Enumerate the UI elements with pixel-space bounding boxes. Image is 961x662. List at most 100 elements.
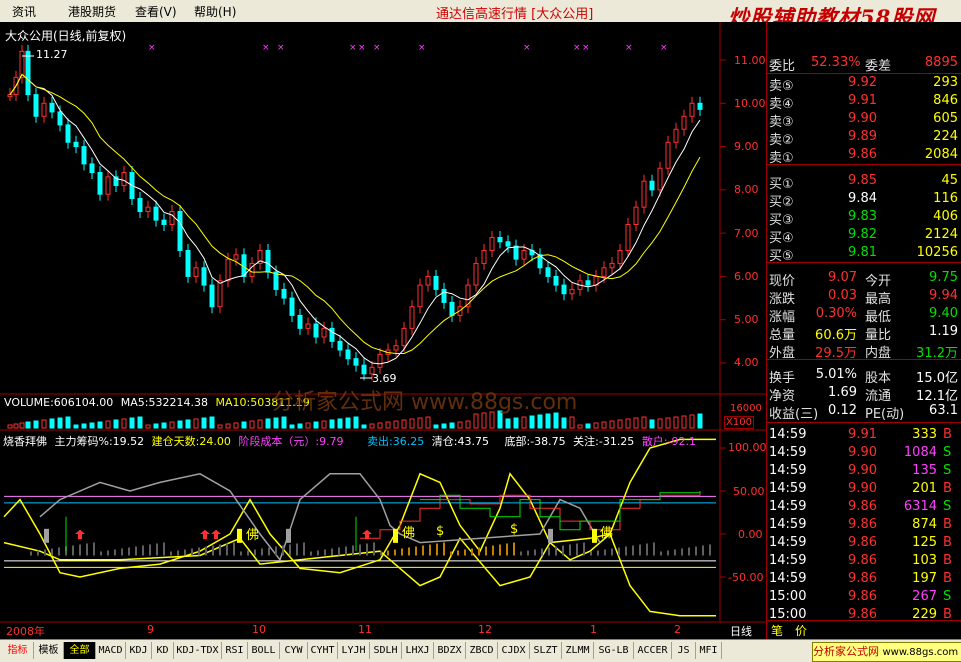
ind-bar xyxy=(247,550,249,556)
tab-kdj-tdx[interactable]: KDJ-TDX xyxy=(174,642,222,659)
menu-item-news[interactable]: 资讯 xyxy=(12,3,36,20)
signal-marker: × xyxy=(523,43,531,53)
tab-全部[interactable]: 全部 xyxy=(64,642,96,659)
buy-row-1[interactable]: 买① 9.85 45 xyxy=(767,172,961,192)
sell-row-5[interactable]: 卖⑤ 9.92 293 xyxy=(767,74,961,94)
candle-body xyxy=(321,327,327,338)
wei-bi-row: 委比 52.33% 委差 8895 xyxy=(769,55,958,74)
volume-unit-button[interactable]: X100 xyxy=(724,416,754,429)
sell-row-1[interactable]: 卖① 9.86 2084 xyxy=(767,146,961,166)
volume-bar xyxy=(665,417,671,429)
menu-item-futures[interactable]: 港股期货 xyxy=(68,3,116,20)
ind-bar xyxy=(72,545,74,556)
tab-zlmm[interactable]: ZLMM xyxy=(562,642,594,659)
stat2-row: 换手 5.01% 股本 15.0亿 xyxy=(769,367,958,386)
tab-mfi[interactable]: MFI xyxy=(696,642,722,659)
volume-bar xyxy=(137,416,143,429)
candle-body xyxy=(625,223,631,251)
ind-bar xyxy=(562,545,564,556)
menu-item-view[interactable]: 查看(V) xyxy=(135,3,177,20)
sell-row-2[interactable]: 卖② 9.89 224 xyxy=(767,128,961,148)
ind-bar xyxy=(163,542,165,556)
kline-chart[interactable]: × × × × × × × × × × × × xyxy=(0,22,766,640)
stat-row: 外盘 29.5万 内盘 31.2万 xyxy=(767,341,961,361)
candle-body xyxy=(57,111,63,126)
ind-bar xyxy=(604,549,606,556)
buy-row-2[interactable]: 买② 9.84 116 xyxy=(767,190,961,210)
stat-value: 1.19 xyxy=(929,324,958,339)
candle-body xyxy=(105,176,111,195)
stat-value: 9.07 xyxy=(828,270,857,285)
tab-zbcd[interactable]: ZBCD xyxy=(466,642,498,659)
tab-kdj[interactable]: KDJ xyxy=(126,642,152,659)
volume-bar xyxy=(97,421,103,429)
buy-price: 9.85 xyxy=(848,173,877,188)
tab-cyht[interactable]: CYHT xyxy=(308,642,338,659)
candle-body xyxy=(137,198,143,212)
menu-item-help[interactable]: 帮助(H) xyxy=(194,3,236,20)
tick-row: 14:59 9.86 103 B xyxy=(767,552,961,570)
stat-row: 现价 9.07 今开 9.75 xyxy=(769,270,958,289)
tab-js[interactable]: JS xyxy=(672,642,696,659)
y-tick: 5.00 xyxy=(734,313,759,326)
tab-ticks[interactable]: 笔 xyxy=(771,622,783,639)
sell-volume: 605 xyxy=(933,111,958,126)
tab-指标[interactable]: 指标 xyxy=(2,642,34,659)
tab-accer[interactable]: ACCER xyxy=(634,642,672,659)
candle-body xyxy=(649,180,655,191)
tick-price: 9.86 xyxy=(848,553,877,568)
ind-bar xyxy=(338,547,340,556)
tab-boll[interactable]: BOLL xyxy=(248,642,280,659)
period-label[interactable]: 日线 xyxy=(730,623,752,639)
volume-bar xyxy=(337,418,343,429)
volume-bar xyxy=(153,423,159,429)
volume-bar xyxy=(473,413,479,429)
tick-row: 14:59 9.90 201 B xyxy=(767,480,961,498)
y-tick: 4.00 xyxy=(734,356,759,369)
tab-模板[interactable]: 模板 xyxy=(34,642,64,659)
signal-marker: × xyxy=(373,43,381,53)
volume-bar xyxy=(225,423,231,429)
tab-lyjh[interactable]: LYJH xyxy=(338,642,370,659)
ind-bar xyxy=(44,549,46,556)
volume-bar xyxy=(601,421,607,429)
volume-bar xyxy=(545,413,551,429)
volume-bar xyxy=(369,423,375,429)
buy-arrow-icon xyxy=(200,529,210,540)
ind-bar xyxy=(310,551,312,556)
tab-macd[interactable]: MACD xyxy=(96,642,126,659)
tab-sg-lb[interactable]: SG-LB xyxy=(594,642,634,659)
tab-sdlh[interactable]: SDLH xyxy=(370,642,402,659)
ind-bar xyxy=(226,543,228,556)
volume-bar xyxy=(593,422,599,429)
ind-bar xyxy=(233,542,235,556)
buy-row-3[interactable]: 买③ 9.83 406 xyxy=(767,208,961,228)
tab-lhxj[interactable]: LHXJ xyxy=(402,642,434,659)
sell-row-4[interactable]: 卖④ 9.91 846 xyxy=(767,92,961,112)
ind-bar xyxy=(408,547,410,556)
tab-price[interactable]: 价 xyxy=(795,622,807,639)
volume-bar xyxy=(185,419,191,429)
ind-bar xyxy=(100,551,102,556)
candle-body xyxy=(617,249,623,264)
tab-cyw[interactable]: CYW xyxy=(280,642,308,659)
buy-row-5[interactable]: 买⑤ 9.81 10256 xyxy=(767,244,961,264)
tab-cjdx[interactable]: CJDX xyxy=(498,642,530,659)
candle-body xyxy=(569,288,575,295)
buy-row-4[interactable]: 买④ 9.82 2124 xyxy=(767,226,961,246)
tick-price: 9.86 xyxy=(848,499,877,514)
volume-bar xyxy=(521,416,527,429)
tab-slzt[interactable]: SLZT xyxy=(530,642,562,659)
candle-body xyxy=(177,211,183,251)
tab-rsi[interactable]: RSI xyxy=(222,642,248,659)
sell-row-3[interactable]: 卖③ 9.90 605 xyxy=(767,110,961,130)
volume-bar xyxy=(257,419,263,429)
high-price-label: 11.27 xyxy=(36,48,68,61)
tab-bdzx[interactable]: BDZX xyxy=(434,642,466,659)
chart-area[interactable]: × × × × × × × × × × × × 大众公用(日线,前复权) 11.27 3.69 11.… xyxy=(0,22,767,640)
tab-kd[interactable]: KD xyxy=(152,642,174,659)
indicator-name[interactable]: 烧香拜佛 xyxy=(3,435,47,448)
candle-body xyxy=(281,288,287,299)
candle-body xyxy=(673,128,679,143)
ind-bar xyxy=(702,545,704,556)
